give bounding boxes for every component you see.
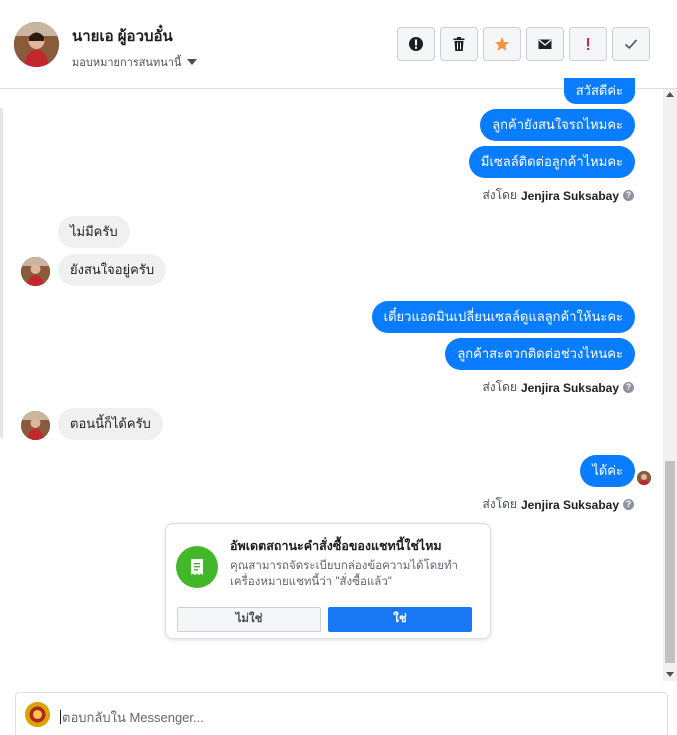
read-receipt-avatar [637, 471, 651, 485]
caret-down-icon [187, 59, 198, 65]
message-bubble-outgoing[interactable]: สวัสดีค่ะ [563, 78, 635, 104]
trash-icon [453, 37, 465, 51]
help-icon[interactable]: ? [623, 382, 634, 393]
mark-unread-button[interactable] [526, 27, 564, 61]
conversation-header: นายเอ ผู้อวบอั๋น มอบหมายการสนทนานี้ [0, 0, 677, 89]
message-bubble-outgoing[interactable]: เดี๋ยวแอดมินเปลี่ยนเซลล์ดูแลลูกค้าให้นะค… [371, 301, 635, 333]
message-bubble-outgoing[interactable]: ลูกค้าสะดวกติดต่อช่วงไหนคะ [445, 338, 635, 370]
contact-avatar-small [21, 257, 50, 286]
contact-avatar-small [21, 411, 50, 440]
sender-name: Jenjira Suksabay [520, 188, 619, 203]
message-bubble-incoming[interactable]: ตอนนี้ก็ได้ครับ [58, 408, 163, 440]
sent-by-prefix: ส่งโดย [482, 188, 517, 202]
message-bubble-incoming[interactable]: ไม่มีครับ [58, 216, 130, 248]
sent-by-prefix: ส่งโดย [482, 380, 517, 394]
star-button[interactable] [483, 27, 521, 61]
envelope-icon [538, 39, 552, 49]
scrollbar-thumb[interactable] [665, 461, 675, 663]
help-icon[interactable]: ? [623, 190, 634, 201]
contact-avatar[interactable] [14, 22, 59, 67]
check-icon [624, 39, 638, 50]
scroll-down-arrow-icon[interactable] [666, 672, 674, 677]
sent-by-label: ส่งโดย Jenjira Suksabay ? [482, 378, 634, 397]
star-icon [495, 37, 509, 51]
reply-input[interactable]: ตอบกลับใน Messenger... [60, 707, 204, 728]
order-status-prompt: อัพเดตสถานะคำสั่งซื้อของแชทนี้ใช่ไหม คุณ… [165, 523, 491, 639]
sender-name: Jenjira Suksabay [520, 380, 619, 395]
spam-button[interactable] [397, 27, 435, 61]
alert-circle-icon [409, 37, 423, 51]
sent-by-label: ส่งโดย Jenjira Suksabay ? [482, 186, 634, 205]
receipt-icon [176, 546, 218, 588]
message-bubble-incoming[interactable]: ยังสนใจอยู่ครับ [58, 254, 167, 286]
assign-conversation-dropdown[interactable]: มอบหมายการสนทนานี้ [72, 53, 198, 71]
message-bubble-outgoing[interactable]: มีเซลล์ติดต่อลูกค้าไหมคะ [468, 146, 635, 178]
sent-by-prefix: ส่งโดย [482, 497, 517, 511]
message-scrollbar[interactable] [663, 89, 677, 681]
assign-label: มอบหมายการสนทนานี้ [72, 57, 182, 69]
reply-placeholder: ตอบกลับใน Messenger... [62, 710, 204, 725]
help-icon[interactable]: ? [623, 499, 634, 510]
left-border [0, 108, 3, 438]
page-avatar [25, 702, 50, 727]
conversation-toolbar [397, 27, 650, 61]
yes-button[interactable]: ใช่ [328, 607, 472, 632]
conversation-panel: นายเอ ผู้อวบอั๋น มอบหมายการสนทนานี้ สวัส… [0, 0, 677, 735]
sent-by-label: ส่งโดย Jenjira Suksabay ? [482, 495, 634, 514]
delete-button[interactable] [440, 27, 478, 61]
prompt-description: คุณสามารถจัดระเบียบกล่องข้อความได้โดยทำเ… [230, 560, 459, 588]
exclamation-icon [587, 38, 589, 50]
text-cursor [60, 710, 61, 724]
sender-name: Jenjira Suksabay [520, 497, 619, 512]
mark-done-button[interactable] [612, 27, 650, 61]
prompt-title: อัพเดตสถานะคำสั่งซื้อของแชทนี้ใช่ไหม [230, 539, 442, 553]
no-button[interactable]: ไม่ใช่ [177, 607, 321, 632]
scroll-up-arrow-icon[interactable] [666, 92, 674, 97]
follow-up-button[interactable] [569, 27, 607, 61]
reply-composer[interactable]: ตอบกลับใน Messenger... [15, 692, 668, 735]
contact-name: นายเอ ผู้อวบอั๋น [72, 28, 173, 45]
message-bubble-outgoing[interactable]: ได้ค่ะ [580, 455, 635, 487]
message-bubble-outgoing[interactable]: ลูกค้ายังสนใจรถไหมคะ [480, 109, 635, 141]
